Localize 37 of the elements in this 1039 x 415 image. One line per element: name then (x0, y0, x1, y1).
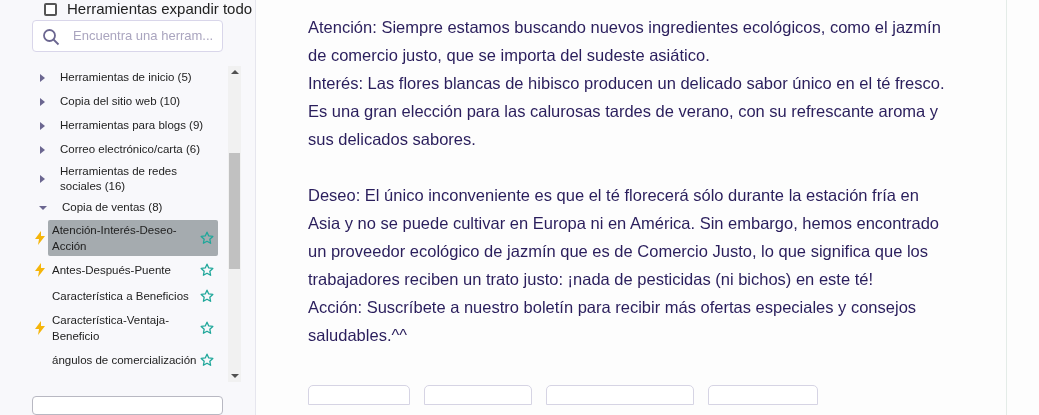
tree-item[interactable]: Herramientas para blogs (9) (32, 113, 228, 138)
caret-right-icon[interactable] (38, 144, 46, 155)
paragraph: Interés: Las flores blancas de hibisco producen un delicado sabor único en el té fresco. Es una gran elección para las calurosas tardes de verano, con su refrescante aroma y sus delicados sabores. (308, 73, 946, 150)
button-outline[interactable] (546, 385, 694, 405)
caret-right-icon[interactable] (38, 120, 46, 131)
search-field[interactable]: Encuentra una herram... (32, 20, 223, 52)
tree-item[interactable]: Copia del sitio web (10) (32, 89, 228, 114)
tree-item[interactable]: Copia de ventas (8) (32, 195, 228, 220)
tree-item[interactable]: Correo electrónico/carta (6) (32, 137, 228, 162)
caret-right-icon[interactable] (38, 173, 46, 184)
star-icon[interactable] (200, 352, 214, 367)
tool-item[interactable]: ángulos de comercialización (48, 349, 218, 370)
paragraph: Acción: Suscríbete a nuestro boletín para recibir más ofertas especiales y consejos saludables.^^ (308, 297, 918, 346)
star-icon[interactable] (200, 230, 214, 245)
field-outline[interactable] (32, 395, 223, 415)
paragraph: Deseo: El único inconveniente es que el té florecerá sólo durante la estación fría en Asia y no se puede cultivar en Europa ni en América. Sin embargo, hemos encontrado un proveedor ecológico de jazmín que es de Comercio Justo, lo que significa que los trabajadores reciben un trato justo: ¡nada de pesticidas (ni bichos) en este té! (308, 185, 941, 290)
tree-item[interactable]: Herramientas de redes sociales (16) (32, 161, 228, 196)
button-outline[interactable] (708, 385, 818, 405)
caret-right-icon[interactable] (38, 72, 46, 83)
tool-item[interactable]: Característica-Ventaja-Beneficio (48, 309, 218, 346)
checkbox[interactable] (44, 2, 57, 16)
caret-right-icon[interactable] (38, 96, 46, 107)
tree-item[interactable]: Herramientas de inicio (5) (32, 65, 228, 90)
caret-down-icon[interactable] (38, 203, 48, 212)
button-outline[interactable] (308, 385, 410, 405)
star-icon[interactable] (200, 320, 214, 335)
tool-item[interactable]: Antes-Después-Puente (48, 259, 218, 280)
expand-all-label: Herramientas expandir todo (67, 0, 253, 19)
tool-item[interactable]: Característica a Beneficios (48, 285, 218, 306)
scrollbar[interactable] (228, 65, 241, 382)
tool-item[interactable]: Atención-Interés-Deseo-Acción (48, 219, 218, 256)
search-icon (42, 28, 60, 46)
star-icon[interactable] (200, 262, 214, 277)
scrollbar-thumb[interactable] (229, 152, 240, 269)
star-icon[interactable] (200, 288, 214, 303)
button-outline[interactable] (424, 385, 532, 405)
paragraph: Atención: Siempre estamos buscando nuevos ingredientes ecológicos, como el jazmín de comercio justo, que se importa del sudeste asiático. (308, 17, 942, 66)
